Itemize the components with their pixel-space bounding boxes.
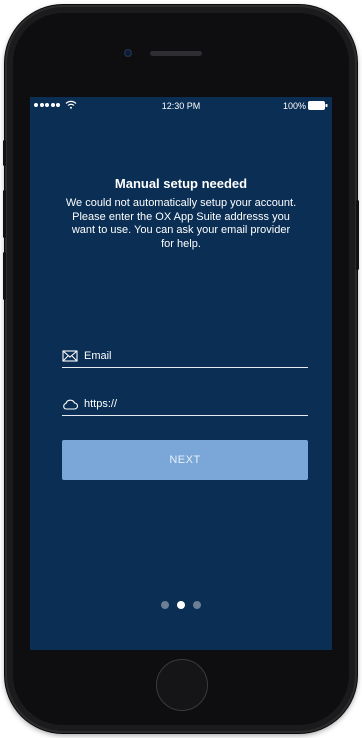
- home-button[interactable]: [156, 659, 208, 711]
- setup-title: Manual setup needed: [114, 176, 248, 191]
- page-dot: [177, 601, 185, 609]
- app-screen: 12:30 PM 100% Manual setup needed We cou…: [30, 97, 332, 650]
- email-input[interactable]: [84, 347, 304, 365]
- battery-percentage: 100%: [282, 101, 306, 111]
- next-button[interactable]: NEXT: [62, 440, 308, 480]
- setup-message: We could not automatically setup your ac…: [65, 197, 297, 250]
- volume-down-button: [3, 252, 6, 300]
- page-indicator: [30, 601, 332, 609]
- envelope-icon: [62, 350, 78, 362]
- page-dot: [193, 601, 201, 609]
- volume-up-button: [3, 190, 6, 238]
- page-dot: [161, 601, 169, 609]
- status-bar: 12:30 PM 100%: [30, 97, 332, 115]
- power-button: [356, 200, 359, 270]
- email-field: [62, 347, 308, 368]
- server-url-input[interactable]: [84, 395, 304, 413]
- front-camera: [124, 49, 132, 57]
- mute-switch: [3, 140, 6, 166]
- server-field: [62, 395, 308, 416]
- cloud-icon: [63, 399, 78, 410]
- battery-icon: [308, 101, 328, 110]
- earpiece-speaker: [150, 51, 202, 56]
